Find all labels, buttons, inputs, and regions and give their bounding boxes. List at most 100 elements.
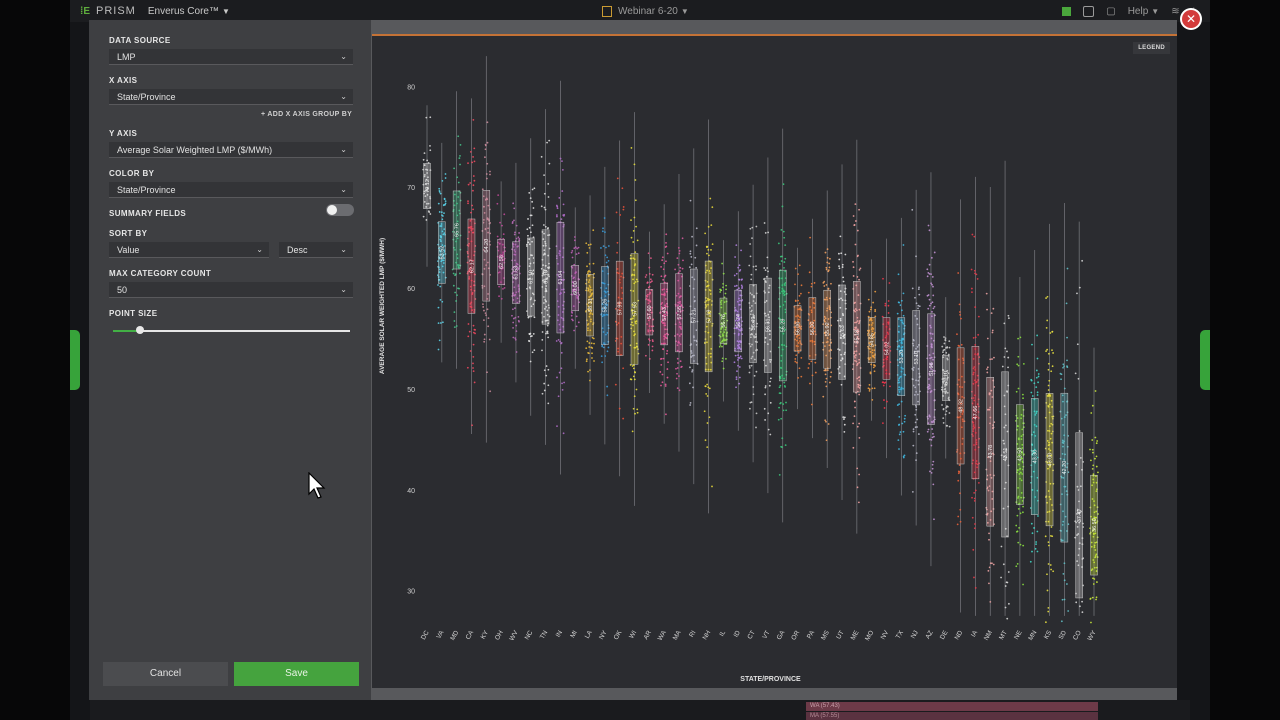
data-point [560,367,563,370]
data-point [677,271,680,274]
data-point [991,358,993,360]
chevron-down-icon: ⌄ [340,52,347,61]
data-point [824,373,827,376]
data-point [587,244,590,246]
data-point [662,348,664,350]
data-point [706,395,709,397]
summary-fields-toggle[interactable] [326,204,354,216]
data-point [1002,563,1005,566]
data-point [631,430,634,433]
grid-icon[interactable] [1062,6,1072,16]
right-panel-tab[interactable] [1200,330,1210,390]
workspace-switcher[interactable]: Webinar 6-20 ▼ [602,5,689,17]
color-by-select[interactable]: State/Province ⌄ [109,182,353,198]
data-point [546,141,548,144]
data-point [971,496,973,499]
app-logo[interactable]: ⁞E PRISM [80,5,136,17]
data-point [722,272,725,275]
data-point [755,225,758,228]
data-point [1007,366,1009,369]
data-point [1017,387,1020,390]
data-point [972,336,975,339]
data-point [650,257,652,259]
data-point [838,267,841,270]
x-tick-label: MT [998,629,1009,641]
data-point [1022,397,1024,400]
data-point [541,331,544,333]
data-point [502,288,504,290]
data-point [634,251,637,254]
data-point [661,256,664,259]
product-switcher[interactable]: Enverus Core™ ▼ [148,6,230,17]
save-button[interactable]: Save [234,662,359,686]
data-point [1046,589,1049,592]
data-point [1037,381,1039,384]
bookmark-icon[interactable]: ▢ [1106,6,1115,17]
data-point [1015,524,1018,527]
data-point [585,347,588,350]
data-point [659,371,662,373]
data-point [781,205,784,208]
data-point [570,251,573,254]
close-icon[interactable]: ✕ [1182,10,1200,28]
data-point [540,205,543,208]
point-size-slider-track[interactable] [113,330,350,332]
data-point [882,422,884,425]
left-panel-tab[interactable] [70,330,80,390]
data-point [633,216,636,219]
median-label: 43.51 [1003,448,1009,462]
data-point [733,274,736,277]
data-point [926,430,929,433]
data-point [442,204,445,207]
data-point [1019,336,1022,339]
data-point [440,211,443,214]
data-point [944,339,947,341]
data-point [533,316,536,319]
data-point [1091,439,1094,441]
y-axis-value: Average Solar Weighted LMP ($/MWh) [117,145,273,155]
data-point [735,244,738,247]
data-point [695,266,698,269]
data-point [690,263,693,266]
data-point [870,363,873,366]
data-point [917,288,920,291]
data-point [1066,267,1069,270]
data-point [794,300,797,302]
data-point [561,168,564,171]
data-source-select[interactable]: LMP ⌄ [109,49,353,65]
add-x-axis-group-by-button[interactable]: + ADD X AXIS GROUP BY [261,111,352,118]
data-point [929,470,931,473]
x-tick-label: MD [449,629,460,642]
data-point [677,362,679,364]
sort-by-select[interactable]: Value ⌄ [109,242,269,258]
data-point [688,266,691,269]
cancel-button[interactable]: Cancel [103,662,228,686]
legend-button[interactable]: LEGEND [1133,42,1170,54]
data-point [986,337,989,340]
x-axis-select[interactable]: State/Province ⌄ [109,89,353,105]
data-point [933,305,936,308]
data-point [1046,319,1049,322]
layers-icon[interactable]: ≋ [1171,6,1179,17]
y-axis-select[interactable]: Average Solar Weighted LMP ($/MWh) ⌄ [109,142,353,158]
max-category-count-select[interactable]: 50 ⌄ [109,282,353,298]
x-axis-title: STATE/PROVINCE [740,676,801,683]
data-point [973,527,976,530]
data-point [555,204,558,207]
data-point [784,444,787,446]
data-point [930,282,933,285]
data-point [497,194,500,196]
data-point [827,288,830,290]
settings-icon[interactable] [1083,5,1095,17]
data-point [618,407,621,410]
help-menu[interactable]: Help ▼ [1128,6,1160,17]
chevron-down-icon: ⌄ [340,92,347,101]
point-size-slider-thumb[interactable] [136,326,144,334]
sort-direction-select[interactable]: Desc ⌄ [279,242,353,258]
data-point [843,416,846,419]
data-point [843,423,846,426]
data-point [959,313,962,316]
data-point [888,282,891,284]
data-point [840,383,843,386]
data-point [932,307,935,310]
